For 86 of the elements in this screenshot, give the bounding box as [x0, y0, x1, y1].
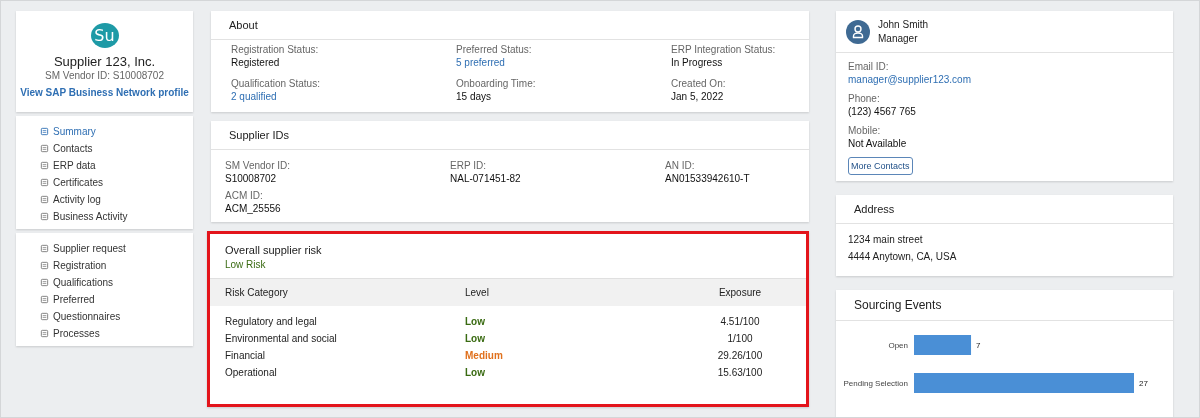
page-icon	[40, 211, 49, 221]
field-link[interactable]: 5 preferred	[456, 57, 671, 68]
column-header: Risk Category	[225, 287, 289, 298]
field-label: Created On:	[671, 78, 727, 89]
nav-item[interactable]: Preferred	[40, 292, 193, 306]
field-value: Not Available	[848, 138, 907, 149]
email-link[interactable]: manager@supplier123.com	[848, 74, 971, 85]
field-label: Onboarding Time:	[456, 78, 537, 89]
supplier-name: Supplier 123, Inc.	[53, 54, 156, 69]
field-label: ERP Integration Status:	[671, 44, 777, 55]
card-title: Address	[836, 195, 1173, 224]
risk-level: Medium	[465, 350, 503, 361]
bar-label: Pending Selection	[843, 379, 908, 388]
list-icon	[40, 328, 49, 338]
address-line: 4444 Anytown, CA, USA	[848, 251, 958, 262]
field-label: AN ID:	[665, 160, 696, 171]
bar-value: 7	[976, 341, 981, 350]
list-icon	[40, 260, 49, 270]
table-cell-text: 15.63/100	[716, 367, 764, 378]
page-icon	[40, 143, 49, 153]
table-cell-text: Environmental and social	[225, 333, 338, 344]
field-label: Mobile:	[848, 125, 882, 136]
field-value: ACM_25556	[225, 203, 282, 214]
page-icon	[40, 160, 49, 170]
chart-bar	[914, 335, 972, 355]
field-label: ACM ID:	[225, 190, 264, 201]
nav-item[interactable]: Qualifications	[40, 275, 193, 289]
list-icon	[40, 277, 49, 287]
field-value: S10008702	[225, 173, 278, 184]
table-cell-text: 1/100	[726, 333, 754, 344]
field-value: (123) 4567 765	[848, 106, 916, 117]
field-label: ERP ID:	[450, 160, 487, 171]
field-label: Email ID:	[848, 61, 890, 72]
table-cell-text: Regulatory and legal	[225, 316, 318, 327]
risk-level: Low	[465, 367, 485, 378]
nav-item[interactable]: Supplier request	[40, 241, 193, 255]
card-title: Sourcing Events	[836, 290, 1173, 321]
field-label: Qualification Status:	[231, 78, 321, 89]
risk-level: Low	[465, 316, 485, 327]
nav-item[interactable]: Registration	[40, 258, 193, 272]
field-value: Jan 5, 2022	[671, 91, 725, 102]
field-value: 15 days	[456, 91, 493, 102]
nav-item[interactable]: ERP data	[40, 158, 193, 172]
contact-name: John Smith	[878, 19, 929, 30]
field-label: Phone:	[848, 93, 881, 104]
nav-item[interactable]: Business Activity	[40, 209, 193, 223]
bar-label: Open	[888, 341, 908, 350]
field-link[interactable]: 2 qualified	[231, 91, 456, 102]
table-cell-text: 29.26/100	[716, 350, 764, 361]
address-line: 1234 main street	[848, 234, 924, 245]
page-icon	[40, 194, 49, 204]
page-icon	[40, 177, 49, 187]
field-label: SM Vendor ID:	[225, 160, 292, 171]
column-header: Exposure	[717, 287, 763, 298]
nav-item[interactable]: Processes	[40, 326, 193, 340]
supplier-avatar: Su	[90, 23, 119, 48]
column-header: Level	[465, 287, 490, 298]
nav-item[interactable]: Certificates	[40, 175, 193, 189]
table-cell-text: Operational	[225, 367, 278, 378]
nav-item[interactable]: Questionnaires	[40, 309, 193, 323]
contact-role: Manager	[878, 33, 919, 44]
field-label: Registration Status:	[231, 44, 320, 55]
profile-link[interactable]: View SAP Business Network profile	[20, 87, 189, 98]
field-value: NAL-071451-82	[450, 173, 522, 184]
person-avatar-icon	[846, 19, 870, 44]
risk-level: Low	[465, 333, 485, 344]
list-icon	[40, 311, 49, 321]
table-cell-text: 4.51/100	[719, 316, 761, 327]
list-icon	[40, 243, 49, 253]
card-title: Supplier IDs	[211, 121, 809, 150]
page-icon	[40, 126, 49, 136]
risk-summary: Low Risk	[225, 259, 267, 270]
bar-value: 27	[1139, 379, 1148, 388]
field-value: AN01533942610-T	[665, 173, 751, 184]
nav-item[interactable]: Activity log	[40, 192, 193, 206]
vendor-id: SM Vendor ID: S10008702	[45, 70, 164, 81]
more-contacts-button[interactable]: More Contacts	[848, 157, 913, 175]
table-cell-text: Financial	[225, 350, 267, 361]
field-label: Preferred Status:	[456, 44, 533, 55]
nav-item[interactable]: Summary	[40, 124, 193, 138]
field-value: In Progress	[671, 57, 724, 68]
field-value: Registered	[231, 57, 281, 68]
card-title: About	[211, 11, 809, 40]
list-icon	[40, 294, 49, 304]
card-title: Overall supplier risk	[225, 244, 323, 256]
nav-item[interactable]: Contacts	[40, 141, 193, 155]
